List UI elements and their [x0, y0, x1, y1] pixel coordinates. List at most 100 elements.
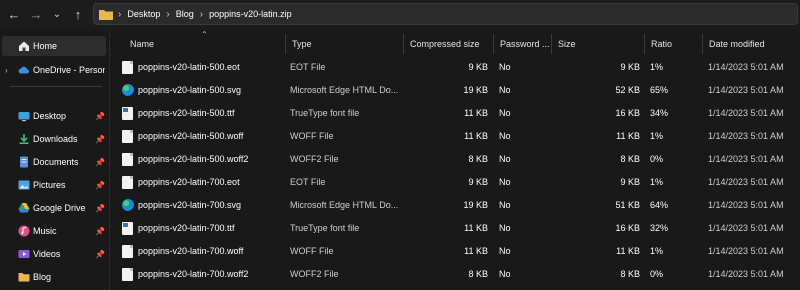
- address-bar[interactable]: › Desktop › Blog › poppins-v20-latin.zip: [93, 3, 798, 25]
- column-header-name[interactable]: Name: [124, 34, 286, 54]
- file-password: No: [499, 269, 511, 279]
- file-password: No: [499, 85, 511, 95]
- file-date-modified: 1/14/2023 5:01 AM: [708, 269, 784, 279]
- file-size: 9 KB: [620, 177, 640, 187]
- file-type: EOT File: [290, 177, 326, 187]
- sidebar-item-home[interactable]: Home: [2, 36, 106, 56]
- file-name: poppins-v20-latin-500.svg: [138, 85, 242, 95]
- file-compressed-size: 11 KB: [464, 246, 488, 256]
- folder-icon: [18, 273, 30, 282]
- sidebar-item-music[interactable]: Music 📌: [0, 221, 108, 241]
- sidebar-item-google-drive[interactable]: Google Drive 📌: [0, 198, 108, 218]
- edge-icon: [122, 84, 134, 96]
- home-icon: [19, 41, 29, 51]
- chevron-right-icon[interactable]: ›: [5, 66, 8, 75]
- pin-icon[interactable]: 📌: [95, 135, 105, 144]
- file-name: poppins-v20-latin-500.woff2: [138, 154, 249, 164]
- file-ratio: 1%: [650, 62, 664, 72]
- document-icon: [122, 176, 133, 189]
- column-header-type[interactable]: Type: [286, 34, 404, 54]
- file-compressed-size: 11 KB: [464, 108, 488, 118]
- sidebar-item-blog[interactable]: Blog: [0, 267, 108, 287]
- table-row[interactable]: poppins-v20-latin-700.svg Microsoft Edge…: [110, 194, 800, 217]
- file-date-modified: 1/14/2023 5:01 AM: [708, 108, 784, 118]
- breadcrumb-item-zip[interactable]: poppins-v20-latin.zip: [209, 9, 292, 19]
- table-row[interactable]: poppins-v20-latin-700.eot EOT File 9 KB …: [110, 171, 800, 194]
- file-name: poppins-v20-latin-500.ttf: [138, 108, 235, 118]
- file-date-modified: 1/14/2023 5:01 AM: [708, 200, 784, 210]
- file-name: poppins-v20-latin-700.woff: [138, 246, 244, 256]
- file-compressed-size: 11 KB: [464, 131, 488, 141]
- folder-icon: [99, 10, 113, 20]
- file-name: poppins-v20-latin-700.svg: [138, 200, 242, 210]
- table-row[interactable]: poppins-v20-latin-700.ttf TrueType font …: [110, 217, 800, 240]
- file-size: 16 KB: [615, 108, 640, 118]
- file-name: poppins-v20-latin-700.ttf: [138, 223, 235, 233]
- pin-icon[interactable]: 📌: [95, 204, 105, 213]
- table-row[interactable]: poppins-v20-latin-700.woff2 WOFF2 File 8…: [110, 263, 800, 286]
- table-row[interactable]: poppins-v20-latin-500.eot EOT File 9 KB …: [110, 56, 800, 79]
- file-ratio: 1%: [650, 177, 664, 187]
- file-ratio: 64%: [650, 200, 669, 210]
- breadcrumb: › Desktop › Blog › poppins-v20-latin.zip: [118, 4, 292, 24]
- up-arrow-icon[interactable]: ↑: [70, 7, 86, 23]
- breadcrumb-item-blog[interactable]: Blog: [176, 9, 194, 19]
- table-row[interactable]: poppins-v20-latin-700.woff WOFF File 11 …: [110, 240, 800, 263]
- file-name: poppins-v20-latin-500.eot: [138, 62, 240, 72]
- column-header-date-modified[interactable]: Date modified: [703, 34, 800, 54]
- file-password: No: [499, 223, 511, 233]
- chevron-right-icon: ›: [118, 8, 122, 20]
- forward-arrow-icon[interactable]: →: [28, 7, 44, 23]
- file-type: WOFF2 File: [290, 269, 339, 279]
- file-date-modified: 1/14/2023 5:01 AM: [708, 62, 784, 72]
- sidebar-item-documents[interactable]: Documents 📌: [0, 152, 108, 172]
- file-ratio: 0%: [650, 154, 664, 164]
- table-row[interactable]: poppins-v20-latin-500.woff WOFF File 11 …: [110, 125, 800, 148]
- file-date-modified: 1/14/2023 5:01 AM: [708, 131, 784, 141]
- pin-icon[interactable]: 📌: [95, 181, 105, 190]
- column-header-row: ⌃ Name Type Compressed size Password ...…: [110, 30, 800, 54]
- sidebar-item-desktop[interactable]: Desktop 📌: [0, 106, 108, 126]
- file-type: Microsoft Edge HTML Do...: [290, 85, 399, 95]
- file-ratio: 1%: [650, 246, 664, 256]
- file-password: No: [499, 246, 511, 256]
- file-compressed-size: 11 KB: [464, 223, 488, 233]
- column-header-compressed-size[interactable]: Compressed size: [404, 34, 494, 54]
- file-date-modified: 1/14/2023 5:01 AM: [708, 177, 784, 187]
- file-type: EOT File: [290, 62, 326, 72]
- column-header-ratio[interactable]: Ratio: [645, 34, 703, 54]
- file-type: Microsoft Edge HTML Do...: [290, 200, 399, 210]
- table-row[interactable]: poppins-v20-latin-500.woff2 WOFF2 File 8…: [110, 148, 800, 171]
- chevron-down-icon[interactable]: ⌄: [49, 7, 65, 23]
- pin-icon[interactable]: 📌: [95, 250, 105, 259]
- file-compressed-size: 9 KB: [468, 177, 488, 187]
- file-ratio: 0%: [650, 269, 664, 279]
- sidebar-item-pictures[interactable]: Pictures 📌: [0, 175, 108, 195]
- file-name: poppins-v20-latin-700.woff2: [138, 269, 249, 279]
- file-compressed-size: 19 KB: [463, 200, 488, 210]
- column-header-password[interactable]: Password ...: [494, 34, 552, 54]
- file-size: 11 KB: [616, 246, 640, 256]
- column-header-size[interactable]: Size: [552, 34, 645, 54]
- file-date-modified: 1/14/2023 5:01 AM: [708, 154, 784, 164]
- file-name: poppins-v20-latin-500.woff: [138, 131, 244, 141]
- file-type: TrueType font file: [290, 108, 360, 118]
- file-ratio: 65%: [650, 85, 669, 95]
- edge-icon: [122, 199, 134, 211]
- sidebar-item-downloads[interactable]: Downloads 📌: [0, 129, 108, 149]
- pin-icon[interactable]: 📌: [95, 158, 105, 167]
- pin-icon[interactable]: 📌: [95, 112, 105, 121]
- sidebar-item-onedrive[interactable]: › OneDrive - Persona: [0, 60, 108, 80]
- documents-icon: [20, 156, 28, 168]
- table-row[interactable]: poppins-v20-latin-500.ttf TrueType font …: [110, 102, 800, 125]
- table-row[interactable]: poppins-v20-latin-500.svg Microsoft Edge…: [110, 79, 800, 102]
- file-compressed-size: 19 KB: [463, 85, 488, 95]
- back-arrow-icon[interactable]: ←: [6, 7, 22, 23]
- breadcrumb-item-desktop[interactable]: Desktop: [127, 9, 160, 19]
- sidebar-item-videos[interactable]: Videos 📌: [0, 244, 108, 264]
- pin-icon[interactable]: 📌: [95, 227, 105, 236]
- font-file-icon: [122, 222, 133, 235]
- document-icon: [122, 61, 133, 74]
- file-size: 11 KB: [616, 131, 640, 141]
- file-size: 16 KB: [615, 223, 640, 233]
